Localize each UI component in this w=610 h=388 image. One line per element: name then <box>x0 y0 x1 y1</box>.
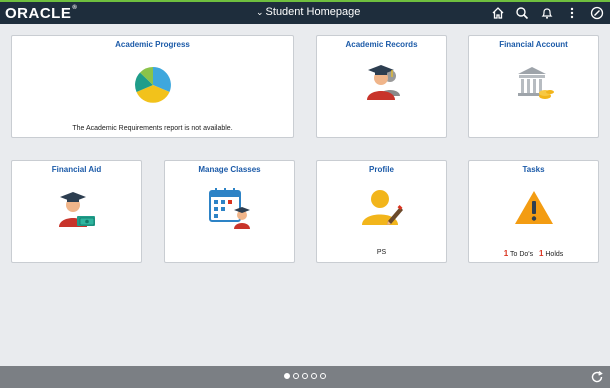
page-indicator <box>284 373 326 379</box>
tile-profile[interactable]: Profile PS <box>316 160 447 263</box>
holds-count: 1 <box>538 249 544 258</box>
refresh-icon[interactable] <box>590 370 604 384</box>
page-dot[interactable] <box>302 373 308 379</box>
tile-tasks[interactable]: Tasks 1 To Do's 1 Holds <box>468 160 599 263</box>
compass-icon[interactable] <box>590 6 604 20</box>
kebab-menu-icon[interactable] <box>565 6 579 20</box>
graduate-records-icon <box>366 65 400 100</box>
holds-label: Holds <box>545 251 564 258</box>
page-dot[interactable] <box>284 373 290 379</box>
bank-icon <box>517 67 554 99</box>
tile-academic-progress[interactable]: Academic Progress The Academic Requireme… <box>11 35 294 138</box>
search-icon[interactable] <box>515 6 529 20</box>
top-navigation-bar: ORACLE® ⌄ Student Homepage <box>0 0 610 24</box>
tile-title: Academic Records <box>345 40 418 49</box>
logo-text: ORACLE <box>5 5 72 22</box>
graduate-money-icon <box>58 192 95 227</box>
chevron-down-icon: ⌄ <box>256 7 264 17</box>
tile-title: Academic Progress <box>115 40 190 49</box>
tile-financial-aid[interactable]: Financial Aid <box>11 160 142 263</box>
tile-title: Profile <box>369 165 394 174</box>
tile-note: The Academic Requirements report is not … <box>72 125 233 132</box>
registered-mark: ® <box>72 5 78 11</box>
tile-manage-classes[interactable]: Manage Classes <box>164 160 295 263</box>
todo-label: To Do's <box>510 251 534 258</box>
page-dot[interactable] <box>311 373 317 379</box>
tile-title: Manage Classes <box>198 165 261 174</box>
oracle-logo: ORACLE® <box>5 5 77 22</box>
page-dot[interactable] <box>320 373 326 379</box>
bell-icon[interactable] <box>540 6 554 20</box>
pie-chart-icon <box>134 66 171 103</box>
profile-edit-icon <box>361 190 403 225</box>
bottom-bar <box>0 366 610 388</box>
page-title: Student Homepage <box>265 6 361 18</box>
page-title-dropdown[interactable]: ⌄ Student Homepage <box>256 6 360 18</box>
tasks-summary: 1 To Do's 1 Holds <box>469 249 598 258</box>
tile-academic-records[interactable]: Academic Records <box>316 35 447 138</box>
todo-count: 1 <box>503 249 509 258</box>
tile-title: Tasks <box>522 165 545 174</box>
tile-financial-account[interactable]: Financial Account <box>468 35 599 138</box>
calendar-student-icon <box>208 188 250 229</box>
home-icon[interactable] <box>491 6 505 20</box>
warning-icon <box>514 191 553 224</box>
profile-name: PS <box>376 249 387 256</box>
tile-title: Financial Aid <box>51 165 102 174</box>
tile-title: Financial Account <box>499 40 568 49</box>
page-dot[interactable] <box>293 373 299 379</box>
